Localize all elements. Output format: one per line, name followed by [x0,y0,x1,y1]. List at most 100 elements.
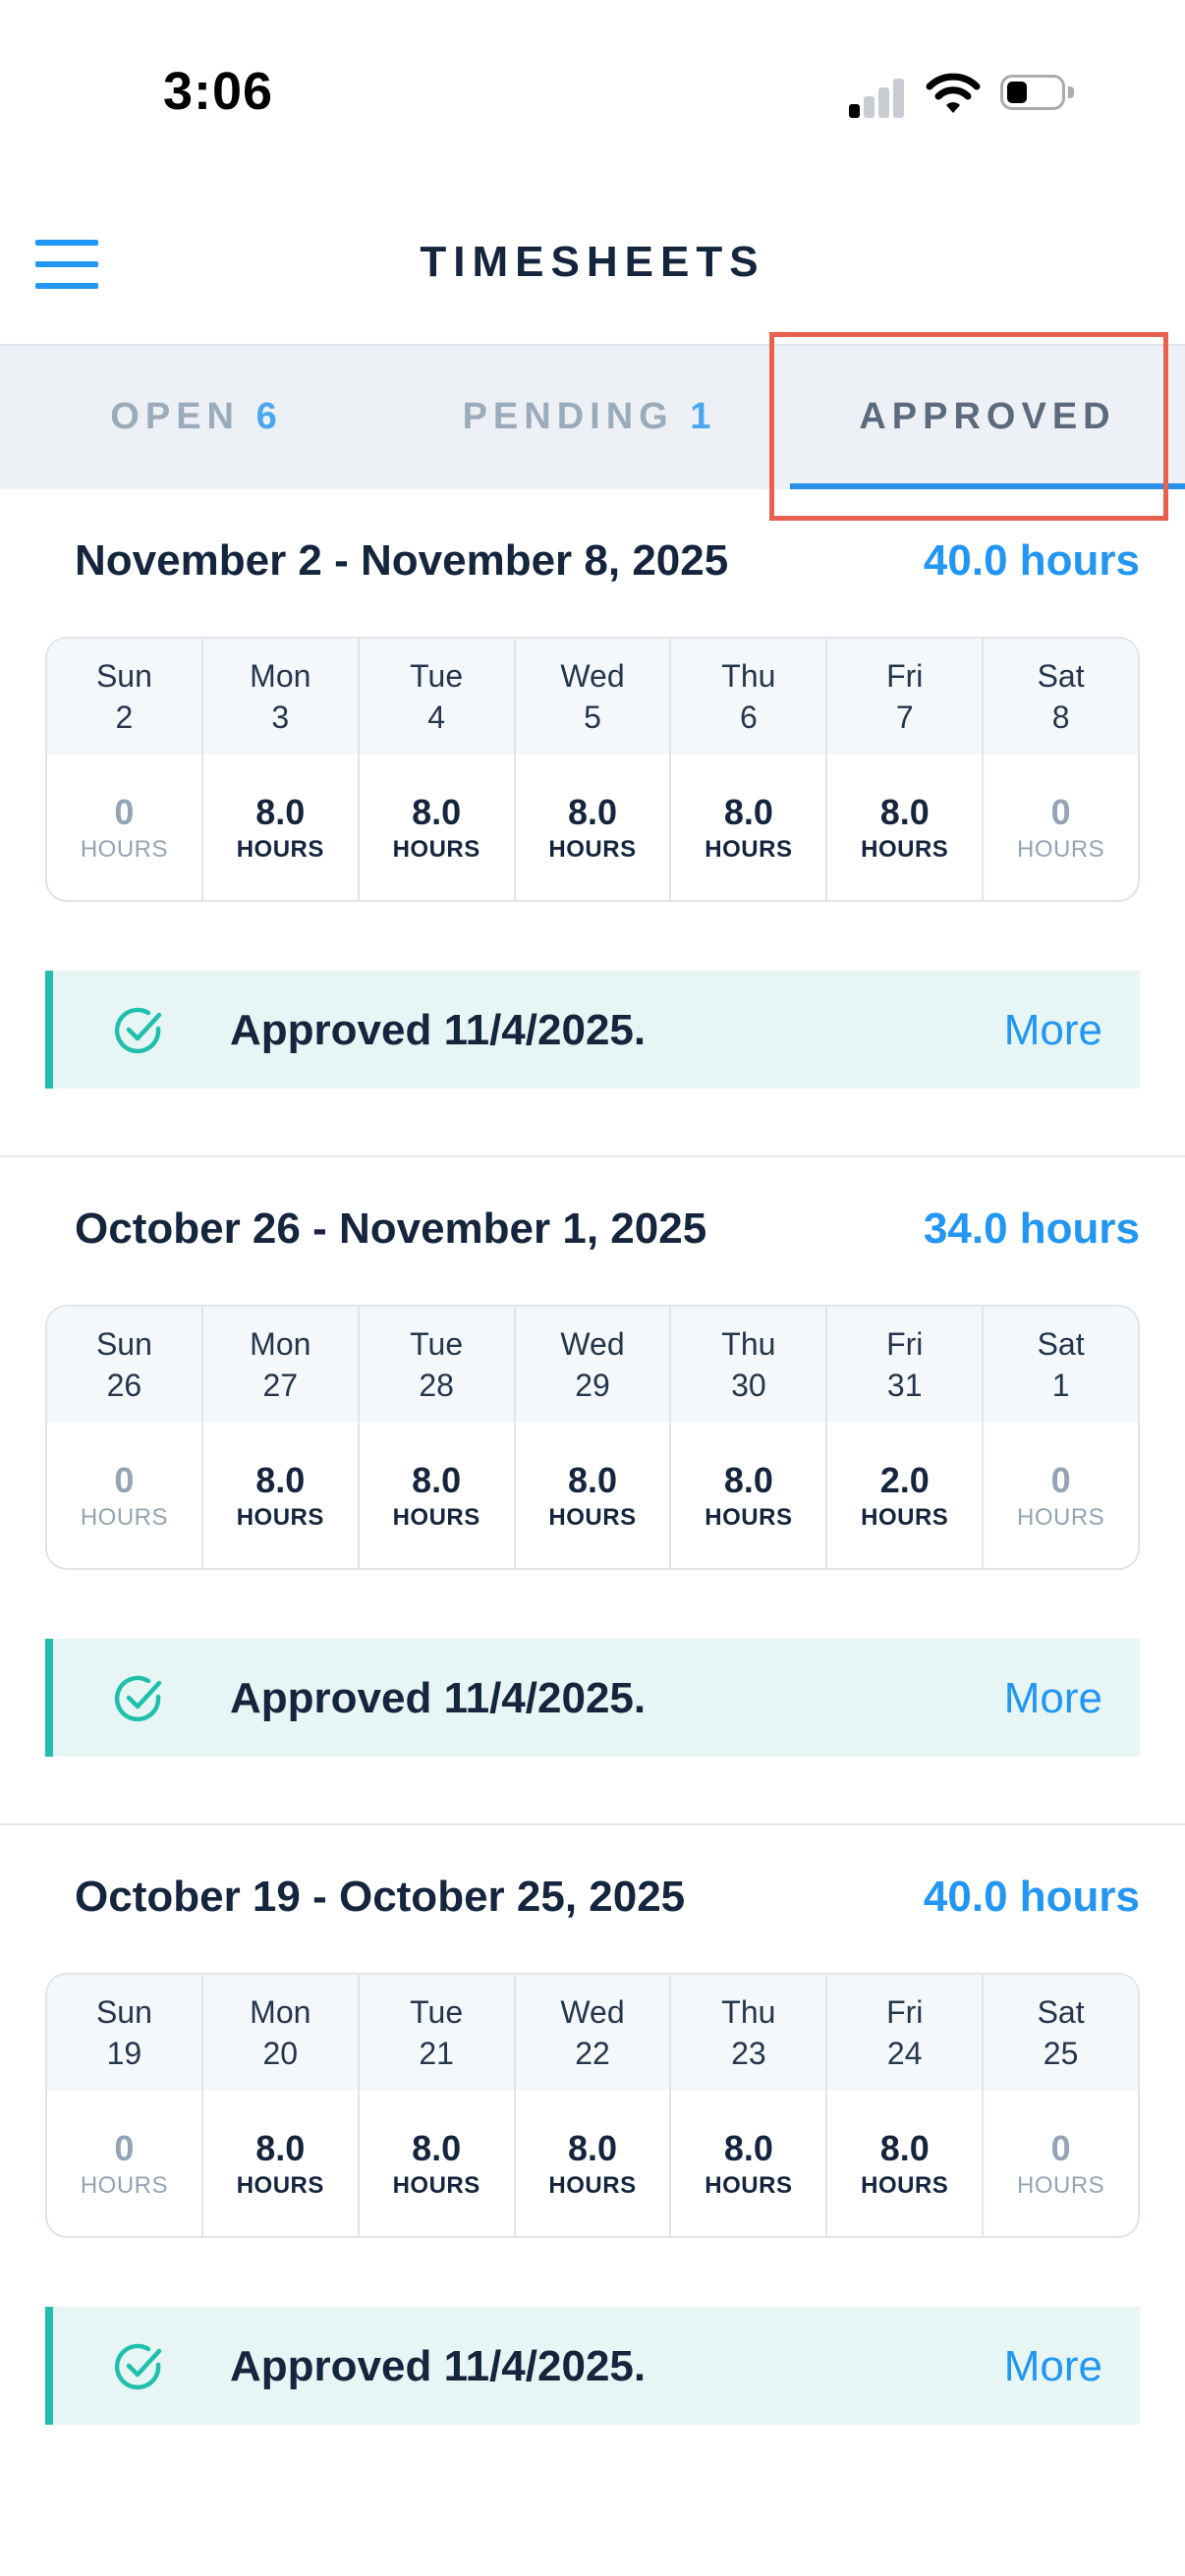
day-name: Sun [95,1326,152,1362]
day-date: 6 [739,700,758,735]
day-name: Thu [721,658,776,694]
day-hours: 8.0 [879,792,930,832]
day-name: Wed [560,1994,625,2030]
day-cell[interactable]: Tue 21 8.0 HOURS [359,1975,516,2236]
day-hours: 8.0 [567,2128,618,2168]
day-name: Mon [250,1994,311,2030]
battery-icon [1000,75,1077,114]
tab-approved[interactable]: APPROVED [790,346,1185,489]
approval-status-text: Approved 11/4/2025. [230,1006,647,1054]
day-hours: 8.0 [723,792,773,832]
days-grid: Sun 2 0 HOURS Mon 3 8.0 HOURS Tue 4 8.0 HOURS Wed… [45,637,1140,902]
day-hours: 0 [1050,792,1071,832]
day-cell[interactable]: Wed 5 8.0 HOURS [515,639,672,900]
tab-pending-count: 1 [690,396,717,437]
day-date: 31 [886,1368,923,1403]
day-hours: 8.0 [255,2128,306,2168]
day-hours-unit: HOURS [392,1504,480,1531]
week-range: October 19 - October 25, 2025 [75,1873,686,1921]
day-date: 20 [262,2036,299,2071]
day-hours-unit: HOURS [1017,836,1105,863]
day-hours-unit: HOURS [705,1504,793,1531]
day-hours-unit: HOURS [705,836,793,863]
day-name: Sun [95,1994,152,2030]
day-name: Mon [250,1326,311,1362]
week-total-hours: 40.0 hours [923,536,1140,585]
day-hours-unit: HOURS [1017,2172,1105,2199]
week-card[interactable]: November 2 - November 8, 2025 40.0 hours… [0,489,1185,1157]
day-cell[interactable]: Fri 7 8.0 HOURS [827,639,985,900]
day-date: 29 [575,1368,610,1403]
week-card[interactable]: October 26 - November 1, 2025 34.0 hours… [0,1157,1185,1825]
day-cell[interactable]: Sat 8 0 HOURS [984,639,1138,900]
day-hours: 0 [114,2128,135,2168]
day-hours-unit: HOURS [1017,1504,1105,1531]
day-hours-unit: HOURS [548,836,637,863]
tab-open-label: OPEN [110,396,240,437]
day-name: Sat [1037,1994,1085,2030]
approval-status-text: Approved 11/4/2025. [230,2342,647,2390]
tab-pending-label: PENDING [462,396,674,437]
day-date: 26 [106,1368,142,1403]
day-hours-unit: HOURS [548,1504,637,1531]
day-date: 8 [1051,700,1070,735]
tab-approved-label: APPROVED [859,396,1116,437]
day-cell[interactable]: Thu 23 8.0 HOURS [671,1975,828,2236]
day-cell[interactable]: Mon 3 8.0 HOURS [202,639,360,900]
day-hours-unit: HOURS [236,836,324,863]
more-link[interactable]: More [1004,1006,1102,1055]
day-hours: 8.0 [879,2128,930,2168]
approval-status-bar: Approved 11/4/2025. More [45,1639,1140,1757]
day-hours-unit: HOURS [236,2172,324,2199]
day-date: 3 [271,700,290,735]
day-cell[interactable]: Wed 29 8.0 HOURS [515,1307,672,1568]
day-cell[interactable]: Sun 26 0 HOURS [47,1307,203,1568]
day-hours: 0 [1050,1460,1071,1500]
more-link[interactable]: More [1004,2342,1102,2391]
week-card[interactable]: October 19 - October 25, 2025 40.0 hours… [0,1825,1185,2493]
tab-pending[interactable]: PENDING 1 [393,346,786,489]
timesheet-tabs: OPEN 6 PENDING 1 APPROVED [0,344,1185,489]
day-name: Tue [410,658,464,694]
day-cell[interactable]: Mon 20 8.0 HOURS [202,1975,360,2236]
day-date: 25 [1043,2036,1079,2071]
tab-open-count: 6 [255,396,283,437]
day-cell[interactable]: Tue 28 8.0 HOURS [359,1307,516,1568]
day-cell[interactable]: Fri 31 2.0 HOURS [827,1307,985,1568]
day-hours-unit: HOURS [861,836,949,863]
day-cell[interactable]: Thu 6 8.0 HOURS [671,639,828,900]
week-total-hours: 34.0 hours [923,1204,1140,1253]
day-cell[interactable]: Wed 22 8.0 HOURS [515,1975,672,2236]
day-hours: 8.0 [567,792,618,832]
day-hours: 8.0 [255,792,306,832]
approved-check-icon [114,2343,162,2390]
day-hours-unit: HOURS [392,836,480,863]
day-hours-unit: HOURS [861,1504,949,1531]
day-date: 30 [731,1368,766,1403]
day-cell[interactable]: Sat 25 0 HOURS [984,1975,1138,2236]
cellular-signal-icon [849,73,908,118]
day-cell[interactable]: Tue 4 8.0 HOURS [359,639,516,900]
day-cell[interactable]: Thu 30 8.0 HOURS [671,1307,828,1568]
week-range: October 26 - November 1, 2025 [75,1204,707,1253]
day-hours-unit: HOURS [861,2172,949,2199]
day-cell[interactable]: Sat 1 0 HOURS [984,1307,1138,1568]
approval-status-text: Approved 11/4/2025. [230,1674,647,1722]
day-date: 5 [584,700,601,735]
day-date: 4 [427,700,446,735]
day-cell[interactable]: Fri 24 8.0 HOURS [827,1975,985,2236]
day-hours: 8.0 [255,1460,306,1500]
day-hours: 8.0 [412,1460,462,1500]
day-hours: 2.0 [879,1460,930,1500]
day-name: Sat [1037,1326,1085,1362]
day-hours: 0 [114,792,135,832]
day-date: 27 [262,1368,299,1403]
more-link[interactable]: More [1004,1674,1102,1723]
day-cell[interactable]: Mon 27 8.0 HOURS [202,1307,360,1568]
tab-open[interactable]: OPEN 6 [0,346,393,489]
day-cell[interactable]: Sun 19 0 HOURS [47,1975,203,2236]
day-name: Thu [721,1994,776,2030]
day-date: 1 [1051,1368,1070,1403]
day-hours: 8.0 [567,1460,618,1500]
day-cell[interactable]: Sun 2 0 HOURS [47,639,203,900]
